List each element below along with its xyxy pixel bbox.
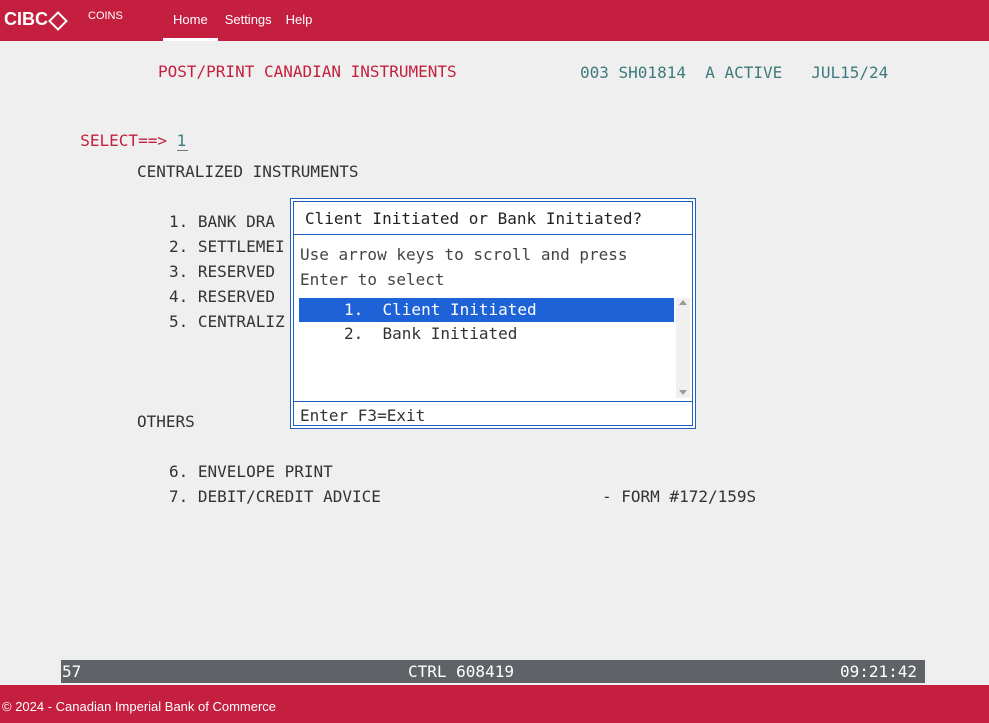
nav-home[interactable]: Home bbox=[163, 0, 218, 41]
screen-title: POST/PRINT CANADIAN INSTRUMENTS bbox=[158, 62, 457, 81]
option-bank-initiated[interactable]: 2. Bank Initiated bbox=[299, 322, 674, 346]
selection-dialog: Client Initiated or Bank Initiated? Use … bbox=[290, 198, 696, 429]
menu-item-7: 7. DEBIT/CREDIT ADVICE bbox=[169, 487, 381, 506]
dialog-footer-keys[interactable]: Enter F3=Exit bbox=[300, 406, 425, 425]
status-center: CTRL 608419 bbox=[408, 662, 514, 681]
option-client-initiated[interactable]: 1. Client Initiated bbox=[299, 298, 674, 322]
dialog-title-bar: Client Initiated or Bank Initiated? bbox=[294, 202, 692, 235]
dialog-frame: Client Initiated or Bank Initiated? Use … bbox=[293, 201, 693, 426]
select-prompt: SELECT==> 1 bbox=[61, 112, 188, 151]
option-list[interactable]: 1. Client Initiated 2. Bank Initiated bbox=[299, 298, 674, 398]
menu-item-4: 4. RESERVED bbox=[169, 287, 275, 306]
select-input[interactable]: 1 bbox=[176, 131, 188, 151]
status-bar: 57 CTRL 608419 09:21:42 bbox=[61, 660, 925, 683]
nav-settings[interactable]: Settings bbox=[218, 0, 279, 41]
dialog-footer: Enter F3=Exit bbox=[294, 401, 692, 427]
scroll-up-icon[interactable] bbox=[679, 300, 687, 305]
menu-item-7-form: - FORM #172/159S bbox=[602, 487, 757, 506]
select-label: SELECT==> bbox=[80, 131, 167, 150]
copyright-text: © 2024 - Canadian Imperial Bank of Comme… bbox=[2, 699, 277, 714]
product-name: COINS bbox=[88, 10, 123, 22]
status-time: 09:21:42 bbox=[839, 662, 917, 681]
section-centralized: CENTRALIZED INSTRUMENTS bbox=[137, 162, 359, 181]
status-left: 57 bbox=[62, 662, 82, 681]
logo-text: CIBC bbox=[4, 9, 48, 29]
menu-item-5: 5. CENTRALIZ bbox=[169, 312, 285, 331]
menu-item-2: 2. SETTLEMEI bbox=[169, 237, 285, 256]
nav-help[interactable]: Help bbox=[279, 0, 320, 41]
menu-item-3: 3. RESERVED bbox=[169, 262, 275, 281]
top-bar: CIBC COINS Home Settings Help bbox=[0, 0, 989, 41]
menu-item-6: 6. ENVELOPE PRINT bbox=[169, 462, 333, 481]
cibc-logo: CIBC bbox=[4, 9, 64, 30]
section-others: OTHERS bbox=[137, 412, 195, 431]
cibc-diamond-icon bbox=[50, 13, 64, 27]
header-info: 003 SH01814 A ACTIVE JUL15/24 bbox=[580, 63, 889, 82]
dialog-instructions: Use arrow keys to scroll and press Enter… bbox=[300, 242, 628, 292]
option-list-scrollbar[interactable] bbox=[676, 298, 690, 398]
main-nav: Home Settings Help bbox=[163, 0, 319, 41]
dialog-title: Client Initiated or Bank Initiated? bbox=[305, 209, 643, 228]
menu-item-1: 1. BANK DRA bbox=[169, 212, 275, 231]
scroll-down-icon[interactable] bbox=[679, 390, 687, 395]
page-footer: © 2024 - Canadian Imperial Bank of Comme… bbox=[0, 685, 989, 723]
dialog-help-line-2: Enter to select bbox=[300, 270, 445, 289]
dialog-help-line-1: Use arrow keys to scroll and press bbox=[300, 245, 628, 264]
